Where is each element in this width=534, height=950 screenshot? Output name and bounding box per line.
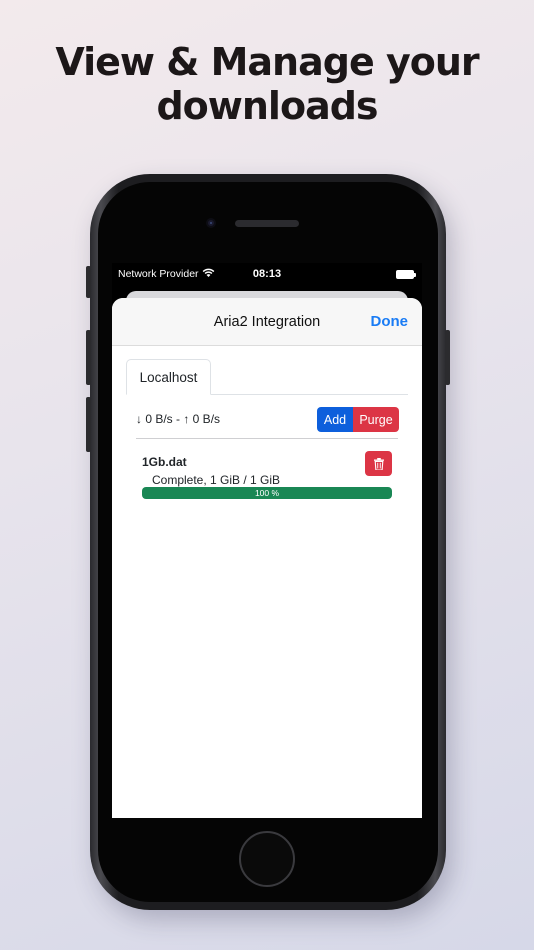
server-tabs: Localhost <box>126 359 408 395</box>
marketing-headline: View & Manage your downloads <box>0 40 534 128</box>
battery-icon <box>396 270 416 279</box>
headline-line-1: View & Manage your <box>55 40 479 84</box>
trash-icon <box>373 457 384 470</box>
download-progress-bar: 100 % <box>142 487 392 499</box>
navigation-bar: Aria2 Integration Done <box>112 298 422 346</box>
front-camera <box>206 218 216 228</box>
transfer-speed: ↓ 0 B/s - ↑ 0 B/s <box>136 412 221 426</box>
download-filename: 1Gb.dat <box>142 455 187 469</box>
phone-screen: Network Provider 08:13 Aria2 Integration… <box>112 263 422 818</box>
divider <box>136 438 398 439</box>
mute-switch <box>86 266 91 298</box>
status-bar: Network Provider 08:13 <box>112 263 422 287</box>
purge-button[interactable]: Purge <box>353 407 399 432</box>
volume-down-button <box>86 397 91 452</box>
download-item: 1Gb.dat Complete, 1 GiB / 1 GiB 100 % <box>142 450 394 510</box>
tab-localhost[interactable]: Localhost <box>126 359 211 395</box>
action-button-group: Add Purge <box>317 407 399 432</box>
progress-fill: 100 % <box>142 487 392 499</box>
power-button <box>445 330 450 385</box>
add-button[interactable]: Add <box>317 407 353 432</box>
done-button[interactable]: Done <box>371 313 409 330</box>
volume-up-button <box>86 330 91 385</box>
download-status: Complete, 1 GiB / 1 GiB <box>152 473 281 487</box>
status-time: 08:13 <box>252 268 282 280</box>
headline-line-2: downloads <box>156 84 378 128</box>
earpiece-speaker <box>235 220 299 227</box>
home-button[interactable] <box>239 831 295 887</box>
modal-sheet: Aria2 Integration Done Localhost ↓ 0 B/s… <box>112 298 422 818</box>
delete-download-button[interactable] <box>365 451 392 476</box>
